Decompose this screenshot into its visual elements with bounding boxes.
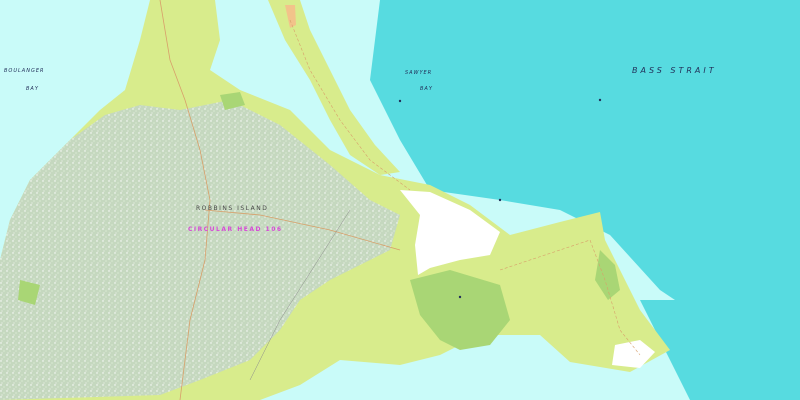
map-layer xyxy=(0,0,800,400)
island-label: ROBBINS ISLAND xyxy=(196,205,269,212)
strait-label: BASS STRAIT xyxy=(632,66,717,75)
marker-dot xyxy=(398,99,402,103)
bay-label-center-2: BAY xyxy=(420,86,433,92)
marker-dot xyxy=(598,98,602,102)
map-canvas[interactable]: BOULANGER BAY SAWYER BAY BASS STRAIT ROB… xyxy=(0,0,800,400)
bay-label-west-2: BAY xyxy=(26,86,39,92)
marker-dot xyxy=(498,198,502,202)
poi-label: CIRCULAR HEAD 106 xyxy=(188,226,283,233)
bay-label-west: BOULANGER xyxy=(4,68,45,74)
marker-dot xyxy=(458,295,462,299)
bay-label-center: SAWYER xyxy=(405,70,433,76)
